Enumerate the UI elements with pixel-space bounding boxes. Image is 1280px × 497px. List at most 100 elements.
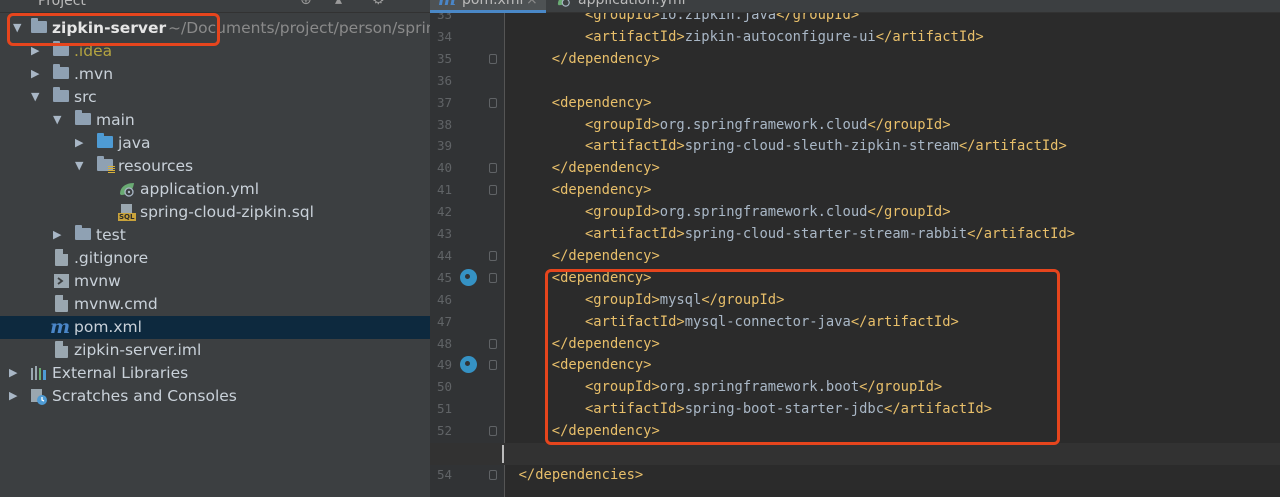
fold-marker-icon[interactable] xyxy=(489,338,497,349)
line-number: 46 xyxy=(436,291,452,307)
line-number: 43 xyxy=(436,226,452,241)
fold-marker-icon[interactable] xyxy=(489,97,497,108)
tree-item-mvnw-cmd[interactable]: mvnw.cmd xyxy=(0,293,430,316)
tree-item-label: .gitignore xyxy=(74,249,149,267)
highlight-box-module xyxy=(7,13,220,46)
expand-arrow-icon[interactable]: ▶ xyxy=(75,136,87,149)
fold-marker-icon[interactable] xyxy=(489,426,497,437)
xml-open-tag: <dependency> xyxy=(551,182,652,199)
expand-arrow-icon[interactable]: ▶ xyxy=(31,67,43,80)
tree-item-external-libraries[interactable]: ▶ External Libraries xyxy=(0,362,430,385)
tree-item-label: mvnw xyxy=(74,272,121,290)
expand-arrow-icon[interactable]: ▶ xyxy=(9,366,21,379)
gear-icon[interactable]: ⚙ xyxy=(372,0,385,8)
xml-text: spring-cloud-sleuth-zipkin-stream xyxy=(684,138,959,155)
tree-item-label: External Libraries xyxy=(52,364,189,382)
navigate-dependency-icon[interactable] xyxy=(460,268,477,286)
xml-open-tag: </dependencies> xyxy=(518,466,644,483)
tab-label: pom.xml xyxy=(462,0,524,8)
xml-close-tag: </groupId> xyxy=(867,116,951,133)
project-panel-header: Project ⊕ ▴ ⚙ xyxy=(0,0,430,13)
line-number: 45 xyxy=(436,269,452,285)
tree-item-pom-xml[interactable]: m pom.xml xyxy=(0,316,430,339)
tree-item-application-yml[interactable]: application.yml xyxy=(0,178,430,201)
fold-marker-icon[interactable] xyxy=(489,185,497,196)
fold-marker-icon[interactable] xyxy=(489,360,497,371)
xml-open-tag: </dependency> xyxy=(551,247,660,264)
fold-marker-icon[interactable] xyxy=(489,250,497,261)
xml-text: spring-cloud-starter-stream-rabbit xyxy=(684,226,968,242)
xml-open-tag: <artifactId> xyxy=(585,138,685,155)
tree-item-iml[interactable]: zipkin-server.iml xyxy=(0,339,430,362)
line-number: 44 xyxy=(436,247,452,263)
tree-item-label: zipkin-server.iml xyxy=(74,341,202,359)
highlight-box-dependencies xyxy=(545,269,1060,445)
tree-item-label: Scratches and Consoles xyxy=(52,387,237,405)
fold-marker-icon[interactable] xyxy=(489,272,497,283)
line-number: 37 xyxy=(436,94,452,110)
xml-close-tag: </artifactId> xyxy=(958,138,1067,155)
tree-item-label: spring-cloud-zipkin.sql xyxy=(140,203,314,221)
close-tab-icon[interactable]: × xyxy=(526,0,538,8)
tree-item-resources[interactable]: ▼ resources xyxy=(0,155,430,178)
spring-leaf-icon xyxy=(118,181,136,197)
expand-arrow-icon[interactable]: ▼ xyxy=(75,159,87,172)
line-number: 34 xyxy=(436,28,452,44)
line-number: 51 xyxy=(436,401,452,417)
tree-item-test[interactable]: ▶ test xyxy=(0,224,430,247)
text-file-icon xyxy=(55,295,68,312)
text-caret xyxy=(502,445,504,463)
maven-icon: m xyxy=(438,0,456,10)
tree-item-java[interactable]: ▶ java xyxy=(0,132,430,155)
line-number: 38 xyxy=(436,116,452,132)
project-panel-title[interactable]: Project xyxy=(38,0,86,9)
tree-item-main[interactable]: ▼ main xyxy=(0,109,430,132)
sql-file-icon: SQL xyxy=(118,204,136,221)
project-panel: Project ⊕ ▴ ⚙ ▼ zipkin-server ~/Document… xyxy=(0,0,430,497)
tree-item-mvnw[interactable]: mvnw xyxy=(0,270,430,293)
code-line[interactable] xyxy=(430,443,1280,465)
line-number: 52 xyxy=(436,423,452,439)
line-number-gutter: 33 34 35 36 37 38 39 40 41 42 43 44 45 46 47 48 49 50 51 52… xyxy=(430,0,505,497)
gitignore-file-icon xyxy=(55,249,68,266)
fold-marker-icon[interactable] xyxy=(489,469,497,480)
fold-marker-icon[interactable] xyxy=(489,53,497,64)
tab-application-yml[interactable]: application.yml xyxy=(548,0,718,13)
tree-item-src[interactable]: ▼ src xyxy=(0,86,430,109)
line-number: 35 xyxy=(436,50,452,66)
shell-file-icon xyxy=(54,273,72,289)
folder-icon xyxy=(75,110,91,125)
locate-icon[interactable]: ⊕ xyxy=(300,0,312,8)
tab-pom-xml[interactable]: m pom.xml × xyxy=(430,0,546,13)
tree-item-mvn[interactable]: ▶ .mvn xyxy=(0,63,430,86)
tree-item-label: pom.xml xyxy=(74,318,142,336)
xml-open-tag: <groupId> xyxy=(585,204,660,221)
tab-label: application.yml xyxy=(578,0,686,8)
line-number: 48 xyxy=(436,335,452,351)
xml-open-tag: </dependency> xyxy=(551,160,660,177)
xml-open-tag: <dependency> xyxy=(551,94,652,111)
xml-open-tag: <artifactId> xyxy=(585,28,685,45)
tree-item-scratches[interactable]: ▶ Scratches and Consoles xyxy=(0,385,430,408)
expand-arrow-icon[interactable]: ▼ xyxy=(31,90,43,103)
expand-arrow-icon[interactable]: ▶ xyxy=(53,228,65,241)
tree-item-label: mvnw.cmd xyxy=(74,295,158,313)
xml-close-tag: </artifactId> xyxy=(967,226,1076,242)
source-folder-icon xyxy=(97,133,113,148)
xml-text: org.springframework.cloud xyxy=(659,204,868,221)
collapse-icon[interactable]: ▴ xyxy=(335,0,342,8)
sql-icon-text: SQL xyxy=(119,213,135,221)
expand-arrow-icon[interactable]: ▶ xyxy=(9,389,21,402)
xml-close-tag: </groupId> xyxy=(867,204,951,221)
navigate-dependency-icon[interactable] xyxy=(460,356,477,374)
fold-marker-icon[interactable] xyxy=(489,163,497,174)
tree-item-label: resources xyxy=(118,157,194,175)
tree-item-label: java xyxy=(118,134,151,152)
expand-arrow-icon[interactable]: ▼ xyxy=(53,113,65,126)
xml-open-tag: </dependency> xyxy=(551,50,660,67)
libraries-icon xyxy=(30,365,48,381)
tree-item-gitignore[interactable]: .gitignore xyxy=(0,247,430,270)
tree-item-sql-file[interactable]: SQL spring-cloud-zipkin.sql xyxy=(0,201,430,224)
xml-open-tag: <groupId> xyxy=(585,116,660,133)
tree-item-label: .mvn xyxy=(74,65,114,83)
